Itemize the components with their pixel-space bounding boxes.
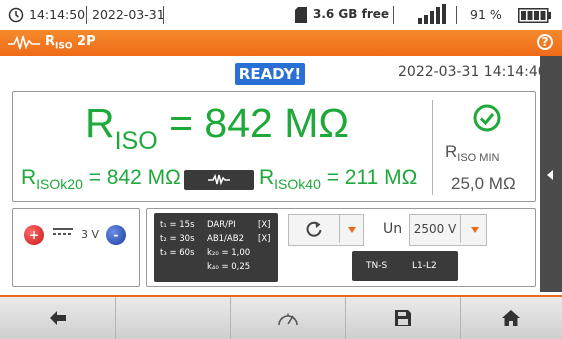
check-ok-icon xyxy=(473,104,501,132)
riso-main-result: RISO = 842 MΩ xyxy=(85,100,350,155)
chevron-down-icon[interactable] xyxy=(464,215,486,243)
save-button[interactable] xyxy=(345,297,461,339)
gauge-icon xyxy=(277,313,298,326)
result-panel: RISO = 842 MΩ RISOk20 = 842 MΩ RISOk40 =… xyxy=(12,91,536,202)
ab-label: AB1/AB2 xyxy=(207,234,244,244)
measure-button[interactable] xyxy=(230,297,346,339)
screen-title: RISO 2P xyxy=(45,34,96,52)
status-time: 14:14:50 xyxy=(29,7,86,22)
status-date: 2022-03-31 xyxy=(92,7,165,22)
clock-icon xyxy=(8,7,24,23)
ab-flag: [X] xyxy=(258,234,271,244)
dc-symbol-icon xyxy=(53,228,73,235)
network-config-button[interactable]: TN-S L1-L2 xyxy=(352,251,458,281)
signal-icon xyxy=(418,4,446,24)
storage-free: 3.6 GB free xyxy=(313,7,390,21)
riso-k20-result: RISOk20 = 842 MΩ xyxy=(21,166,181,192)
lead-voltage: 3 V xyxy=(81,228,100,241)
graph-button[interactable] xyxy=(184,170,254,190)
home-icon xyxy=(502,310,520,326)
test-voltage-value: 2500 V xyxy=(410,215,461,243)
sd-card-icon xyxy=(295,7,307,23)
k40-setting: k₄₀ = 0,25 xyxy=(207,262,251,272)
back-button[interactable] xyxy=(0,297,116,339)
help-icon[interactable]: ? xyxy=(537,34,553,50)
empty-toolbar-slot xyxy=(115,297,231,339)
un-label: Un xyxy=(383,221,403,237)
t3-setting: t₃ = 60s xyxy=(160,248,195,258)
battery-icon xyxy=(518,8,551,23)
riso-min-label: RISO MIN xyxy=(445,142,500,164)
k20-setting: k₂₀ = 1,00 xyxy=(207,248,251,258)
test-voltage-select[interactable]: 2500 V xyxy=(409,214,487,246)
side-panel-toggle[interactable] xyxy=(540,56,562,292)
network-phase: L1-L2 xyxy=(412,261,437,271)
riso-min-value[interactable]: 25,0 MΩ xyxy=(451,174,516,194)
divider xyxy=(432,100,433,195)
chevron-down-icon[interactable] xyxy=(341,215,363,243)
status-bar: 14:14:50 2022-03-31 3.6 GB free 91 % xyxy=(0,0,562,30)
home-button[interactable] xyxy=(460,297,562,339)
dar-pi-flag: [X] xyxy=(258,220,271,230)
negative-terminal-icon: - xyxy=(106,225,126,245)
t2-setting: t₂ = 30s xyxy=(160,234,195,244)
network-type: TN-S xyxy=(366,261,388,271)
t1-setting: t₁ = 15s xyxy=(160,220,195,230)
battery-level: 91 % xyxy=(470,7,502,22)
timing-settings-button[interactable]: t₁ = 15s t₂ = 30s t₃ = 60s DAR/PI [X] AB… xyxy=(154,213,278,282)
positive-terminal-icon: + xyxy=(24,225,44,245)
ready-status-badge: READY! xyxy=(235,63,305,85)
save-icon xyxy=(394,310,411,326)
back-icon xyxy=(49,311,66,325)
waveform-icon xyxy=(8,35,40,50)
settings-panel: t₁ = 15s t₂ = 30s t₃ = 60s DAR/PI [X] AB… xyxy=(146,208,536,287)
repeat-icon xyxy=(289,215,340,243)
title-bar: RISO 2P ? xyxy=(0,30,562,56)
waveform-icon xyxy=(208,173,230,186)
measurement-datetime: 2022-03-31 14:14:40 xyxy=(398,64,547,80)
chevron-left-icon xyxy=(547,170,553,180)
bottom-toolbar xyxy=(0,295,562,339)
riso-k40-result: RISOk40 = 211 MΩ xyxy=(259,166,418,192)
test-lead-panel: + 3 V - xyxy=(12,208,140,287)
measurement-mode-select[interactable] xyxy=(288,214,364,246)
dar-pi-label: DAR/PI xyxy=(207,220,236,230)
